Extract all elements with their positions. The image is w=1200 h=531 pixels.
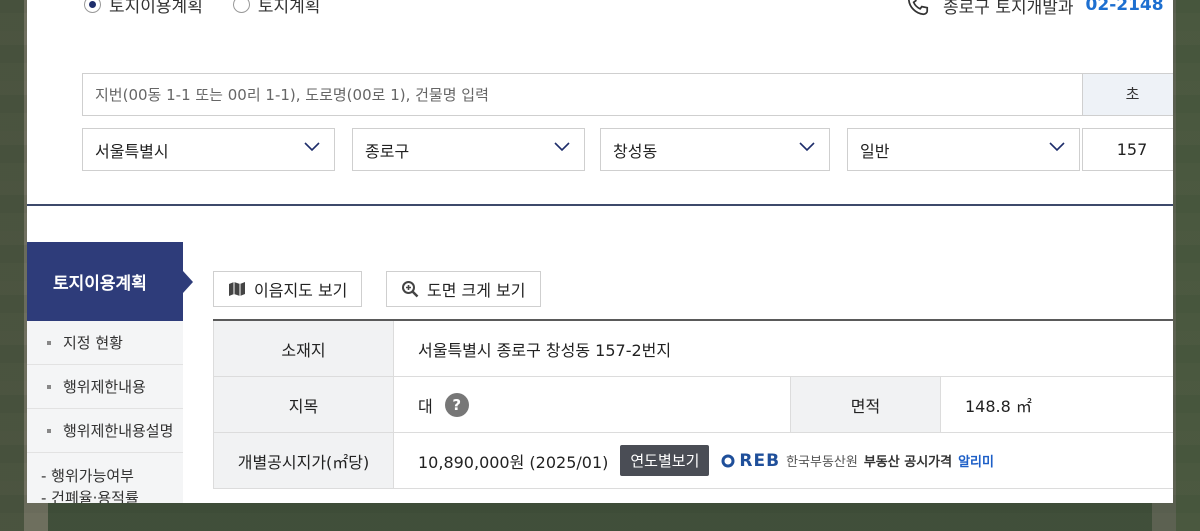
reb-app-name: 알리미: [958, 455, 994, 470]
radio-label: 토지계획: [257, 0, 321, 17]
table-row: 지목 대 ? 면적 148.8 ㎡: [213, 377, 1173, 433]
land-price-value: 10,890,000원 (2025/01): [418, 452, 609, 472]
section-divider: [27, 204, 1173, 206]
reb-service-name: 부동산 공시가격: [863, 455, 953, 470]
sidebar-subitems: - 행위가능여부 - 건폐율·용적률: [27, 465, 183, 503]
view-map-button[interactable]: 이음지도 보기: [213, 271, 363, 307]
land-category-cell: 대 ?: [394, 377, 469, 432]
land-price-cell: 10,890,000원 (2025/01) 연도별보기 REB 한국부동산원 부…: [394, 433, 994, 488]
dong-select-value: 창성동: [613, 141, 658, 161]
contact-department: 종로구 토지개발과: [943, 0, 1074, 18]
sidebar-item-restrictions[interactable]: 행위제한내용: [27, 365, 183, 409]
reb-price-link[interactable]: REB 한국부동산원 부동산 공시가격 알리미: [721, 451, 994, 471]
lot-number-input[interactable]: 157: [1082, 128, 1173, 171]
sidebar-title[interactable]: 토지이용계획: [27, 242, 193, 321]
view-map-label: 이음지도 보기: [254, 281, 348, 300]
chevron-down-icon: [554, 142, 570, 152]
enlarge-drawing-label: 도면 크게 보기: [427, 281, 526, 300]
sidebar-item-restriction-details[interactable]: 행위제한내용설명: [27, 409, 183, 453]
sidebar-item-label: 행위제한내용: [63, 378, 146, 396]
sidebar-item-label: 지정 현황: [63, 334, 123, 352]
radio-land-plan[interactable]: 토지계획: [232, 0, 321, 17]
sidebar-subitem-coverage[interactable]: - 건폐율·용적률: [41, 487, 183, 503]
table-row: 소재지 서울특별시 종로구 창성동 157-2번지: [213, 321, 1173, 377]
reb-org-name: 한국부동산원: [786, 455, 858, 470]
bullet-icon: [47, 384, 51, 389]
sidebar-item-designation[interactable]: 지정 현황: [27, 321, 183, 365]
land-price-header: 개별공시지가(㎡당): [213, 433, 394, 488]
city-select[interactable]: 서울특별시: [82, 128, 335, 171]
land-use-panel: 토지이용계획 토지계획 종로구 토지개발과 02-2148 초 서울특별시 종로…: [27, 0, 1173, 503]
land-type-select[interactable]: 일반: [847, 128, 1080, 171]
enlarge-drawing-button[interactable]: 도면 크게 보기: [386, 271, 541, 307]
land-category-value: 대: [418, 396, 433, 416]
radio-dot: [232, 0, 250, 13]
sidebar: 토지이용계획 지정 현황 행위제한내용 행위제한내용설명 - 행위가능여부 - …: [27, 242, 193, 503]
dong-select[interactable]: 창성동: [600, 128, 830, 171]
bullet-icon: [47, 428, 51, 433]
land-category-header: 지목: [213, 377, 394, 432]
district-select[interactable]: 종로구: [352, 128, 585, 171]
reb-logo-text: REB: [739, 450, 781, 471]
district-select-value: 종로구: [365, 141, 410, 161]
help-icon[interactable]: ?: [444, 392, 469, 417]
chevron-down-icon: [304, 142, 320, 152]
table-row: 개별공시지가(㎡당) 10,890,000원 (2025/01) 연도별보기 R…: [213, 433, 1173, 489]
address-search-input[interactable]: [82, 73, 1083, 116]
map-icon: [229, 282, 245, 296]
location-header: 소재지: [213, 321, 394, 376]
zoom-in-icon: [402, 281, 419, 298]
land-type-select-value: 일반: [860, 141, 890, 161]
reb-logo: REB: [721, 451, 780, 471]
search-bar: 초: [82, 73, 1173, 116]
radio-label: 토지이용계획: [109, 0, 203, 17]
land-info-table: 소재지 서울특별시 종로구 창성동 157-2번지 지목 대 ? 면적 148.…: [213, 319, 1173, 489]
yearly-view-button[interactable]: 연도별보기: [620, 445, 710, 476]
contact-info: 종로구 토지개발과 02-2148: [905, 0, 1164, 18]
chevron-down-icon: [799, 142, 815, 152]
radio-dot: [84, 0, 101, 13]
chevron-down-icon: [1049, 142, 1065, 152]
radio-land-use-plan[interactable]: 토지이용계획: [84, 0, 203, 17]
phone-icon: [907, 0, 929, 16]
bullet-icon: [47, 340, 51, 345]
contact-phone[interactable]: 02-2148: [1086, 0, 1164, 15]
area-header: 면적: [790, 377, 941, 432]
area-value: 148.8 ㎡: [965, 396, 1032, 416]
reb-logo-icon: [721, 454, 735, 467]
search-reset-button[interactable]: 초: [1083, 73, 1173, 116]
search-type-radios: 토지이용계획 토지계획: [84, 0, 320, 17]
location-value: 서울특별시 종로구 창성동 157-2번지: [418, 340, 672, 360]
sidebar-subitem-allowed[interactable]: - 행위가능여부: [41, 465, 183, 487]
city-select-value: 서울특별시: [95, 141, 169, 161]
sidebar-item-label: 행위제한내용설명: [63, 422, 174, 440]
